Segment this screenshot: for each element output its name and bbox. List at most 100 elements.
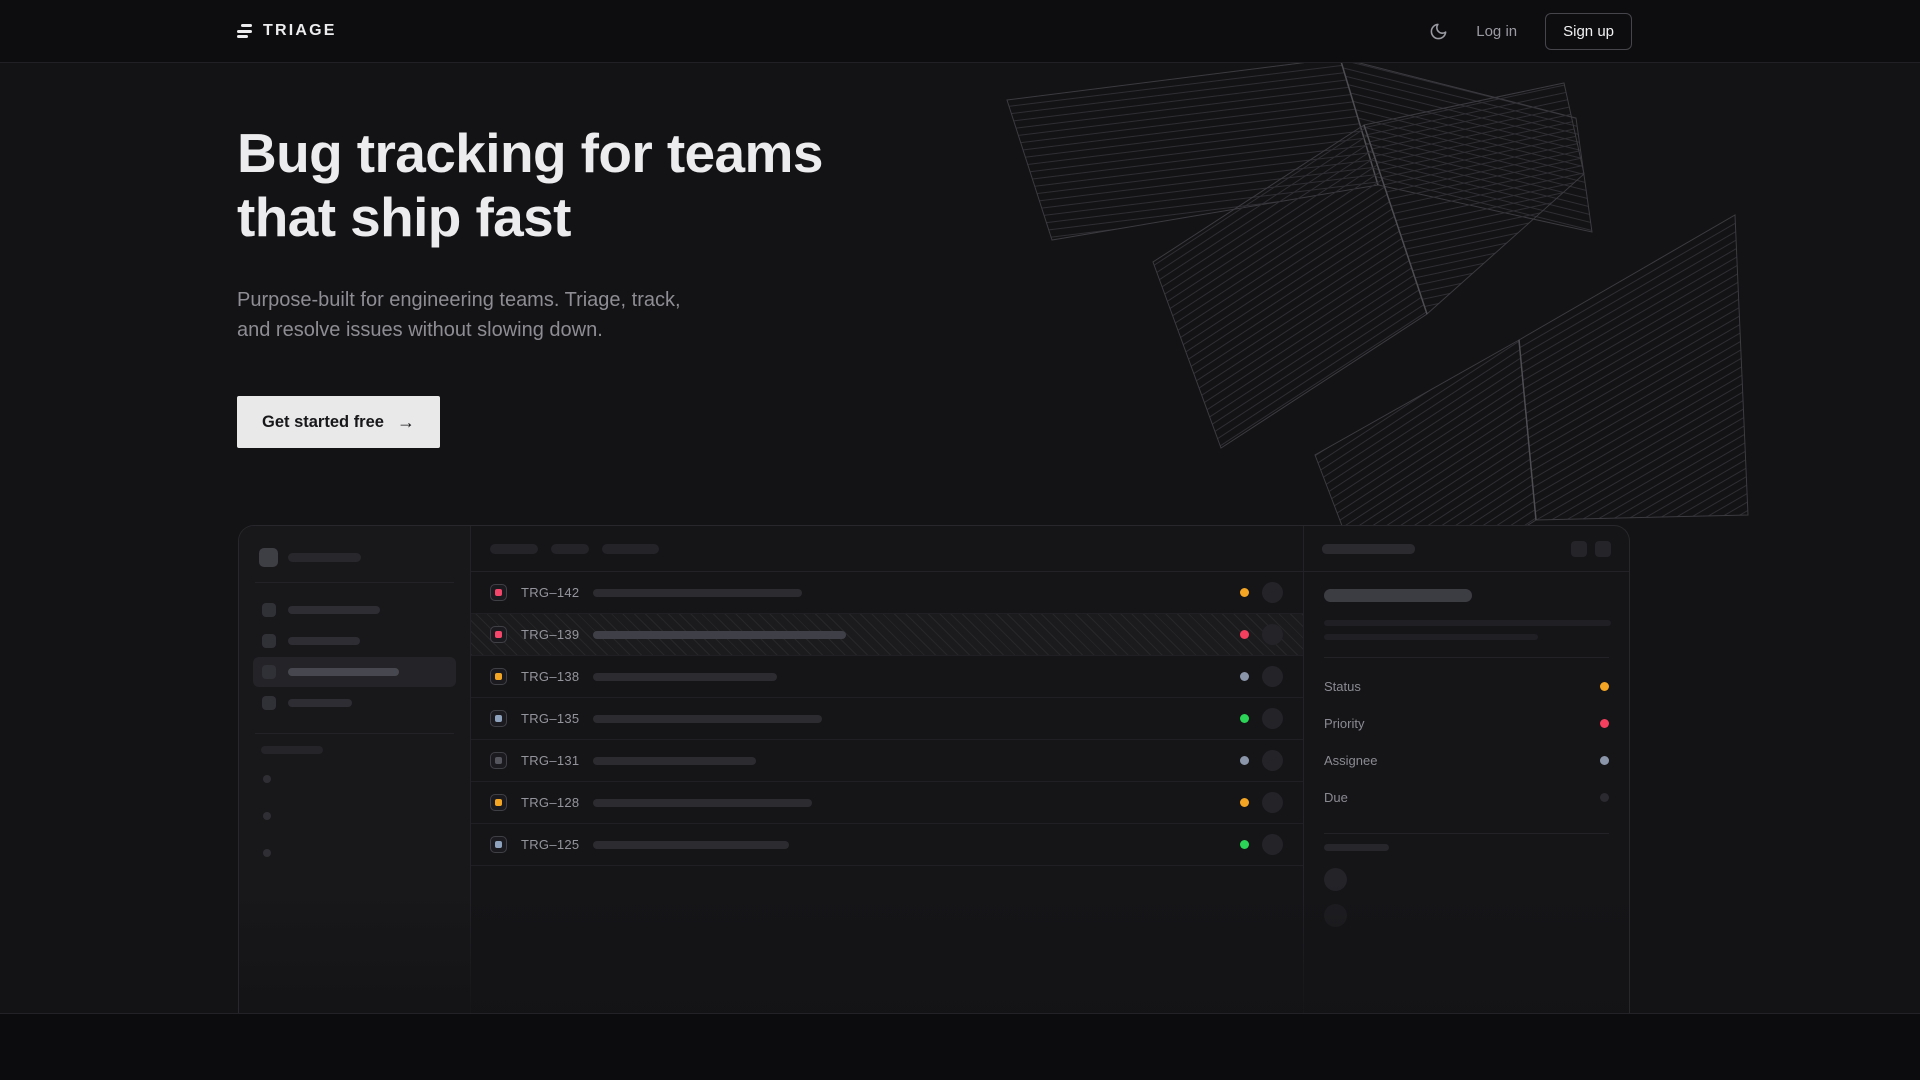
hero-subheading: Purpose-built for engineering teams. Tri… <box>237 285 707 345</box>
sidebar-item-icon <box>262 603 276 617</box>
issue-id: TRG–128 <box>521 795 581 810</box>
issue-title-bar <box>593 799 812 807</box>
detail-title-bar <box>1324 589 1472 602</box>
sidebar-item-bar <box>288 606 380 614</box>
property-row: Assignee <box>1324 742 1609 779</box>
cta-label: Get started free <box>262 413 384 432</box>
activity-avatar <box>1324 904 1347 927</box>
issue-row: TRG–131 <box>471 740 1303 782</box>
property-row: Status <box>1324 668 1609 705</box>
hero-section: Bug tracking for teams that ship fast Pu… <box>237 63 997 448</box>
assignee-avatar <box>1262 834 1283 855</box>
property-value-dot <box>1600 719 1609 728</box>
issue-id: TRG–125 <box>521 837 581 852</box>
issue-row: TRG–142 <box>471 572 1303 614</box>
sidebar-dot <box>263 775 271 783</box>
signup-button[interactable]: Sign up <box>1545 13 1632 50</box>
detail-toolbar-buttons <box>1571 541 1611 557</box>
issue-id: TRG–131 <box>521 753 581 768</box>
hero-heading: Bug tracking for teams that ship fast <box>237 121 997 249</box>
property-value-dot <box>1600 793 1609 802</box>
workspace-avatar <box>259 548 278 567</box>
issue-type-icon <box>490 710 507 727</box>
detail-divider <box>1324 833 1609 834</box>
detail-activity-label-bar <box>1324 844 1389 851</box>
toolbar-square-icon <box>1595 541 1611 557</box>
sidebar-item-bar <box>288 699 352 707</box>
preview-sidebar <box>239 526 471 1014</box>
preview-detail-panel: Status Priority Assignee Due <box>1303 526 1629 1014</box>
sidebar-item-bar <box>288 668 399 676</box>
detail-divider <box>1324 657 1609 658</box>
workspace-name-bar <box>288 553 361 562</box>
issue-id: TRG–139 <box>521 627 581 642</box>
issue-row: TRG–139 <box>471 614 1303 656</box>
sidebar-section-label-bar <box>261 746 323 754</box>
hero-heading-line2: that ship fast <box>237 185 997 249</box>
issue-type-icon <box>490 836 507 853</box>
theme-toggle-button[interactable] <box>1429 22 1448 41</box>
toolbar-filter-pill <box>602 544 659 554</box>
property-label: Due <box>1324 790 1348 805</box>
property-value-dot <box>1600 682 1609 691</box>
detail-toolbar-bar <box>1322 544 1415 554</box>
brand-logo: TRIAGE <box>237 22 337 40</box>
arrow-right-icon: → <box>397 413 415 431</box>
detail-toolbar <box>1304 526 1629 572</box>
issue-title-bar <box>593 589 802 597</box>
top-nav: TRIAGE Log in Sign up <box>0 0 1920 63</box>
issue-title-bar <box>593 757 756 765</box>
issue-row: TRG–128 <box>471 782 1303 824</box>
property-value-dot <box>1600 756 1609 765</box>
sidebar-dot-list <box>253 775 456 857</box>
issue-id: TRG–138 <box>521 669 581 684</box>
sidebar-dot <box>263 849 271 857</box>
toolbar-square-icon <box>1571 541 1587 557</box>
status-dot <box>1240 672 1249 681</box>
brand-name: TRIAGE <box>263 22 337 40</box>
issue-type-icon <box>490 752 507 769</box>
status-dot <box>1240 840 1249 849</box>
issue-type-icon <box>490 584 507 601</box>
nav-actions: Log in Sign up <box>1429 13 1632 50</box>
issue-title-bar <box>593 841 789 849</box>
status-dot <box>1240 630 1249 639</box>
get-started-button[interactable]: Get started free → <box>237 396 440 448</box>
issue-title-bar <box>593 715 822 723</box>
app-preview-window: TRG–142 TRG–139 TRG–138 TRG–135 TRG–131 <box>238 525 1630 1014</box>
login-link[interactable]: Log in <box>1476 23 1517 40</box>
status-dot <box>1240 798 1249 807</box>
assignee-avatar <box>1262 750 1283 771</box>
assignee-avatar <box>1262 708 1283 729</box>
preview-workspace-row <box>253 546 456 567</box>
sidebar-item-icon <box>262 634 276 648</box>
status-dot <box>1240 588 1249 597</box>
sidebar-item-icon <box>262 665 276 679</box>
sidebar-nav-list <box>253 595 456 718</box>
preview-issue-list-panel: TRG–142 TRG–139 TRG–138 TRG–135 TRG–131 <box>471 526 1303 1014</box>
property-label: Assignee <box>1324 753 1377 768</box>
issue-list: TRG–142 TRG–139 TRG–138 TRG–135 TRG–131 <box>471 572 1303 866</box>
issue-type-icon <box>490 794 507 811</box>
list-toolbar <box>471 526 1303 572</box>
status-dot <box>1240 714 1249 723</box>
issue-type-icon <box>490 668 507 685</box>
sidebar-divider <box>255 582 454 583</box>
sidebar-item <box>253 595 456 625</box>
sidebar-dot <box>263 812 271 820</box>
assignee-avatar <box>1262 582 1283 603</box>
issue-row: TRG–138 <box>471 656 1303 698</box>
triage-logo-icon <box>237 24 252 38</box>
issue-type-icon <box>490 626 507 643</box>
issue-title-bar <box>593 631 846 639</box>
issue-row: TRG–135 <box>471 698 1303 740</box>
sidebar-item <box>253 626 456 656</box>
detail-desc-line <box>1324 634 1538 640</box>
toolbar-filter-pill <box>490 544 538 554</box>
property-label: Priority <box>1324 716 1364 731</box>
sidebar-item <box>253 657 456 687</box>
page-footer <box>0 1013 1920 1080</box>
hero-heading-line1: Bug tracking for teams <box>237 121 997 185</box>
moon-icon <box>1429 22 1448 41</box>
property-row: Priority <box>1324 705 1609 742</box>
